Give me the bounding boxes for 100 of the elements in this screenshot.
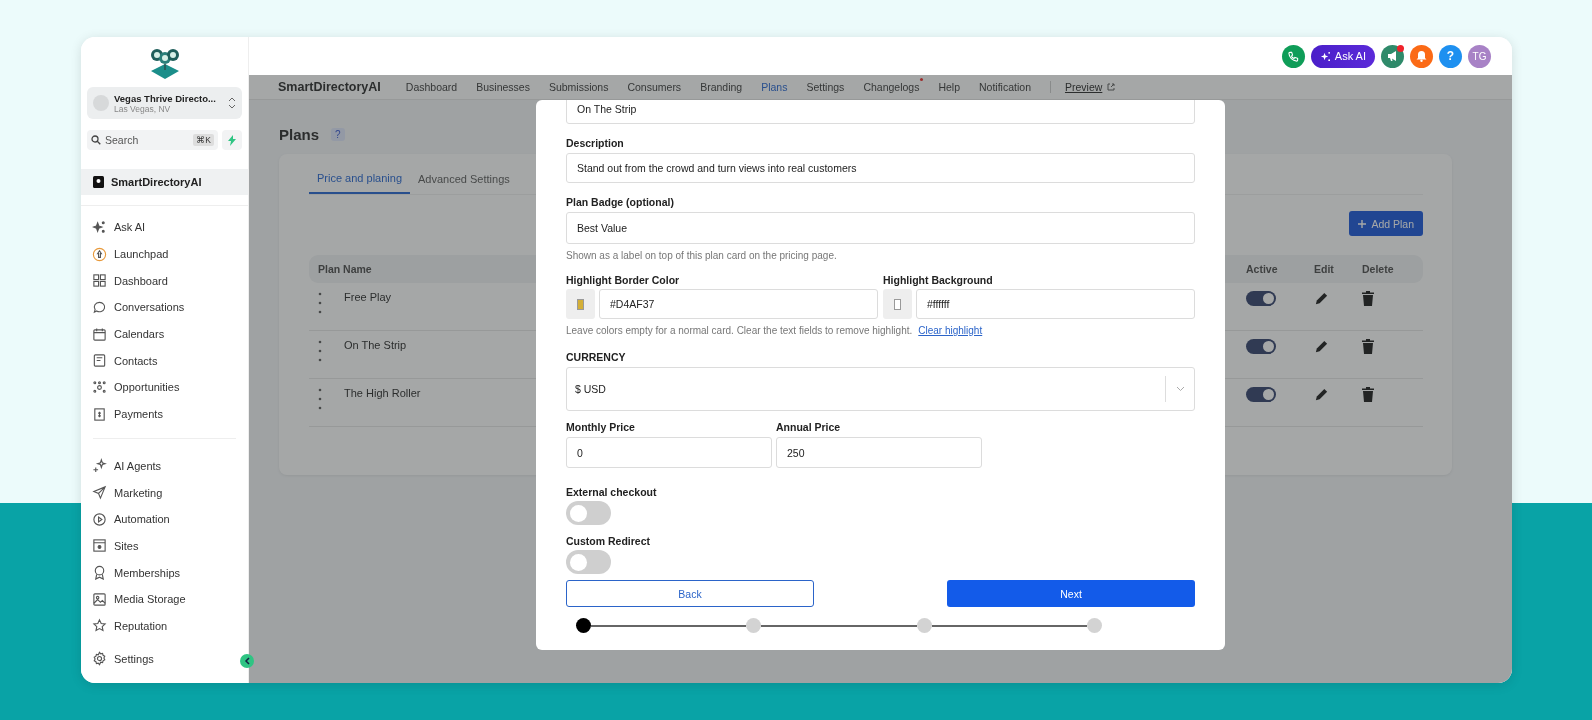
nav-link[interactable]: Help — [938, 81, 961, 93]
nav-link[interactable]: Branding — [700, 81, 743, 93]
play-circle-icon — [92, 511, 107, 527]
phone-icon — [1287, 50, 1299, 62]
sidebar-item[interactable]: Calendars — [81, 320, 248, 348]
bell-button[interactable] — [1410, 44, 1433, 68]
megaphone-icon — [1386, 50, 1399, 62]
chevron-left-icon — [244, 657, 250, 665]
paper-plane-icon — [92, 485, 107, 501]
field-label: External checkout — [566, 486, 658, 498]
account-switcher[interactable]: Vegas Thrive Directo... Las Vegas, NV — [87, 87, 242, 119]
ask-ai-button[interactable]: Ask AI — [1310, 44, 1375, 68]
star-icon — [92, 618, 107, 634]
bell-icon — [1416, 50, 1427, 62]
toggle-switch[interactable] — [1246, 339, 1276, 354]
preview-link[interactable]: Preview — [1050, 81, 1116, 93]
sidebar-item[interactable]: Contacts — [81, 347, 248, 375]
app-brand: SmartDirectoryAI — [278, 80, 381, 94]
input-field[interactable]: 250 — [776, 437, 982, 468]
input-field[interactable]: Best Value — [566, 212, 1195, 244]
trash-icon[interactable] — [1362, 339, 1374, 354]
pencil-icon[interactable] — [1314, 387, 1329, 402]
plus-icon — [1358, 219, 1367, 228]
sidebar-item[interactable]: Marketing — [81, 479, 248, 506]
field-label: Description — [566, 137, 625, 149]
table-cell: Free Play — [344, 291, 392, 303]
field-label: CURRENCY — [566, 351, 627, 363]
nav-link[interactable]: Dashboard — [405, 81, 458, 93]
shortcut-key: ⌘K — [193, 134, 214, 146]
sidebar-item[interactable]: Launchpad — [81, 240, 248, 268]
sidebar-item[interactable]: Dashboard — [81, 267, 248, 295]
account-name: Vegas Thrive Directo... — [114, 92, 217, 104]
table-cell: On The Strip — [344, 339, 407, 351]
image-icon — [92, 591, 107, 607]
add-plan-button[interactable]: Add Plan — [1349, 211, 1423, 236]
nav-link[interactable]: Consumers — [627, 81, 682, 93]
pencil-icon[interactable] — [1314, 291, 1329, 306]
toggle-switch[interactable] — [566, 550, 611, 574]
field-label: Annual Price — [776, 421, 842, 433]
input-field[interactable]: Stand out from the crowd and turn views into real customers — [566, 153, 1195, 183]
currency-select[interactable]: $ USD — [566, 367, 1195, 411]
nav-link[interactable]: Submissions — [548, 81, 609, 93]
sidebar-item[interactable]: SmartDirectoryAI — [81, 169, 248, 195]
column-header: Delete — [1362, 263, 1395, 275]
megaphone-button[interactable] — [1381, 44, 1404, 68]
step-dot[interactable] — [1087, 618, 1102, 633]
sparkle-plus-icon — [92, 458, 107, 474]
sidebar-item[interactable]: AI Agents — [81, 452, 248, 480]
input-field[interactable]: #ffffff — [916, 289, 1195, 319]
step-dot[interactable] — [746, 618, 762, 633]
sidebar-item[interactable]: Media Storage — [81, 585, 248, 613]
next-button[interactable]: Next — [947, 580, 1195, 607]
sidebar-item[interactable]: Opportunities — [81, 374, 248, 401]
nav-link[interactable]: Changelogs — [863, 81, 920, 93]
sparkle-icon — [92, 219, 107, 235]
toggle-switch[interactable] — [1246, 291, 1276, 306]
nav-link[interactable]: Businesses — [476, 81, 530, 93]
hint-text: Leave colors empty for a normal card. Clear the text fields to remove highlight. — [566, 325, 913, 336]
phone-button[interactable] — [1281, 44, 1305, 68]
color-swatch-button[interactable] — [883, 289, 912, 319]
input-field[interactable]: On The Strip — [566, 100, 1195, 124]
search-icon — [91, 135, 101, 145]
search-field[interactable]: Search ⌘K — [87, 130, 218, 150]
pencil-icon[interactable] — [1314, 339, 1329, 354]
step-dot[interactable] — [576, 618, 591, 633]
lightning-button[interactable] — [222, 130, 242, 150]
input-field[interactable]: 0 — [566, 437, 772, 468]
tab[interactable]: Advanced Settings — [410, 172, 518, 194]
sidebar-item[interactable]: Conversations — [81, 294, 248, 321]
input-field[interactable]: #D4AF37 — [599, 289, 878, 319]
sidebar-item[interactable]: Automation — [81, 505, 248, 533]
sidebar-item[interactable]: Memberships — [81, 559, 248, 586]
book-icon — [93, 176, 104, 188]
back-button[interactable]: Back — [566, 580, 814, 607]
sidebar-item[interactable]: Settings — [81, 645, 165, 672]
lightning-icon — [228, 134, 236, 146]
color-swatch-button[interactable] — [566, 289, 595, 319]
trash-icon[interactable] — [1362, 291, 1374, 306]
toggle-switch[interactable] — [566, 501, 611, 525]
field-label: Highlight Border Color — [566, 274, 681, 286]
field-label: Highlight Background — [883, 274, 994, 286]
browser-icon — [92, 538, 107, 554]
nav-link[interactable]: Notification — [979, 81, 1031, 93]
contact-card-icon — [92, 353, 107, 369]
toggle-switch[interactable] — [1246, 387, 1276, 402]
trash-icon[interactable] — [1362, 387, 1374, 402]
step-dot[interactable] — [916, 618, 932, 633]
table-cell: The High Roller — [344, 387, 421, 399]
dots-cluster-icon — [92, 379, 107, 395]
sidebar-item[interactable]: Ask AI — [81, 214, 248, 241]
collapse-button[interactable] — [240, 654, 254, 668]
field-label: Monthly Price — [566, 421, 636, 433]
sidebar-item[interactable]: Reputation — [81, 612, 248, 640]
sidebar-item[interactable]: Sites — [81, 532, 248, 560]
chat-bubble-icon — [92, 299, 107, 315]
sparkle-icon — [1319, 50, 1331, 62]
nav-link[interactable]: Settings — [806, 81, 845, 93]
ribbon-icon — [92, 565, 107, 581]
sidebar-item[interactable]: Payments — [81, 400, 248, 428]
clear-highlight-link[interactable]: Clear highlight — [918, 325, 983, 336]
